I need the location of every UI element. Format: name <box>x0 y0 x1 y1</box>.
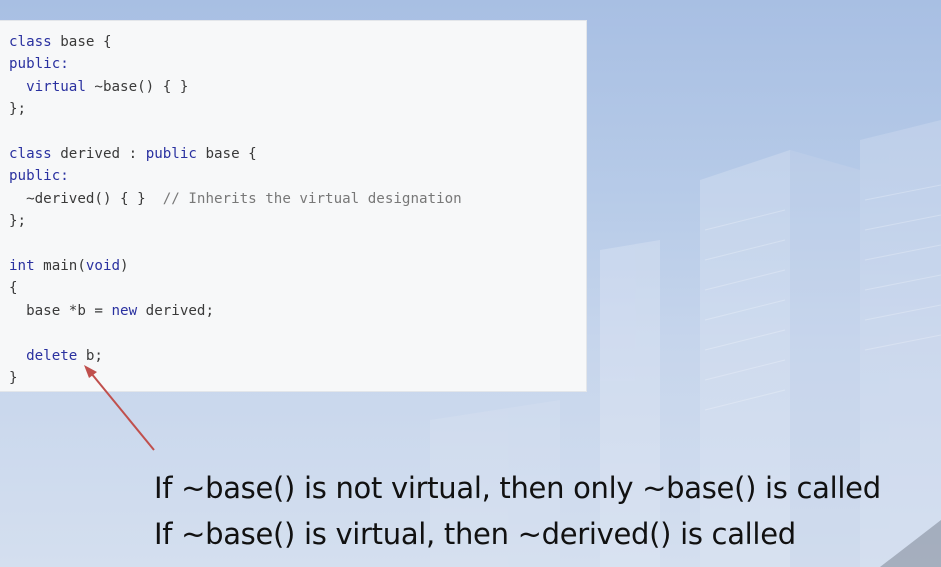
caption-line-virtual: If ~base() is virtual, then ~derived() i… <box>154 517 796 551</box>
caption-line-not-virtual: If ~base() is not virtual, then only ~ba… <box>154 471 881 505</box>
